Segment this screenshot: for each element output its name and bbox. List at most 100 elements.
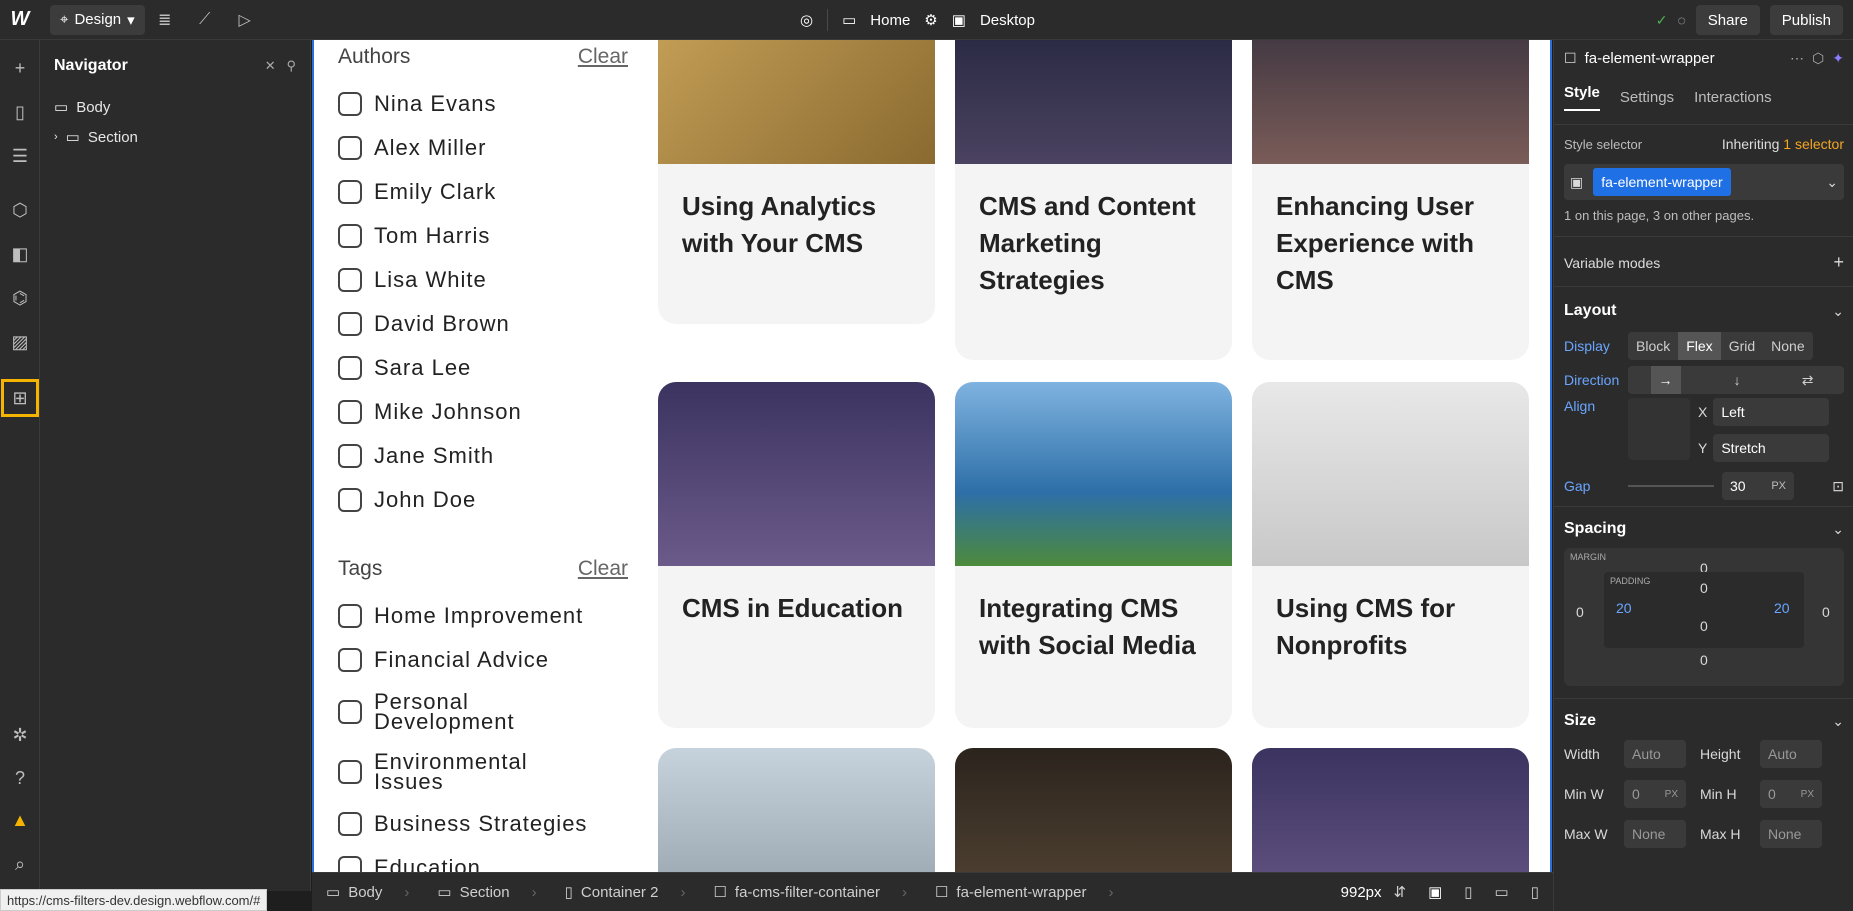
inheriting-count[interactable]: 1 selector (1783, 136, 1844, 152)
selector-chip[interactable]: fa-element-wrapper (1593, 168, 1731, 196)
tab-settings[interactable]: Settings (1620, 89, 1674, 106)
margin-right[interactable]: 0 (1822, 604, 1830, 620)
align-y-select[interactable]: Stretch (1713, 434, 1830, 462)
checkbox[interactable] (338, 856, 362, 872)
mobile-portrait-icon[interactable]: ▯ (1531, 883, 1539, 901)
tablet-icon[interactable]: ▯ (1464, 883, 1472, 901)
blog-card[interactable]: CMS and Content Marketing Strategies (955, 40, 1232, 360)
navigator-icon[interactable]: ☰ (0, 136, 40, 176)
gap-input[interactable]: 30 PX (1722, 472, 1794, 500)
apps-icon[interactable]: ⊞ (0, 378, 40, 418)
align-grid-control[interactable] (1628, 398, 1690, 460)
padding-right[interactable]: 20 (1774, 600, 1790, 616)
tab-style[interactable]: Style (1564, 84, 1600, 111)
add-icon[interactable]: + (1833, 252, 1844, 273)
author-checkbox[interactable]: John Doe (338, 478, 628, 522)
min-height-input[interactable]: 0 PX (1760, 780, 1822, 808)
tag-checkbox[interactable]: Education (338, 846, 628, 872)
checkbox[interactable] (338, 312, 362, 336)
checkbox[interactable] (338, 92, 362, 116)
display-flex[interactable]: Flex (1678, 332, 1721, 360)
viewport-width[interactable]: 992px (1341, 884, 1382, 901)
blog-card[interactable]: Using Analytics with Your CMS (658, 40, 935, 324)
tag-checkbox[interactable]: Business Strategies (338, 802, 628, 846)
variables-icon[interactable]: ⌬ (0, 278, 40, 318)
checkbox[interactable] (338, 356, 362, 380)
authors-clear-link[interactable]: Clear (578, 45, 628, 69)
styles-icon[interactable]: ◧ (0, 234, 40, 274)
checkbox[interactable] (338, 604, 362, 628)
mobile-landscape-icon[interactable]: ▭ (1495, 883, 1509, 901)
breadcrumb-item[interactable]: ☐ fa-element-wrapper (921, 883, 1128, 902)
nav-item-body[interactable]: ▭ Body (40, 92, 310, 122)
tags-clear-link[interactable]: Clear (578, 557, 628, 581)
blog-card[interactable]: CMS in Education (658, 382, 935, 728)
author-checkbox[interactable]: Tom Harris (338, 214, 628, 258)
display-segmented-control[interactable]: Block Flex Grid None (1628, 332, 1813, 360)
blog-card[interactable] (955, 748, 1232, 872)
publish-button[interactable]: Publish (1769, 5, 1843, 35)
display-none[interactable]: None (1763, 338, 1812, 354)
desktop-breakpoint-icon[interactable]: ▣ (1428, 883, 1442, 901)
tab-interactions[interactable]: Interactions (1694, 89, 1772, 106)
blog-card[interactable]: Using CMS for Nonprofits (1252, 382, 1529, 728)
author-checkbox[interactable]: David Brown (338, 302, 628, 346)
tag-checkbox[interactable]: Environmental Issues (338, 742, 628, 802)
preview-icon[interactable]: ▷ (225, 0, 265, 40)
add-icon[interactable]: + (0, 48, 40, 88)
webflow-logo-icon[interactable]: W (0, 0, 40, 40)
max-height-input[interactable]: None (1760, 820, 1822, 848)
wrap-icon[interactable]: ⇄ (1794, 372, 1822, 389)
analytics-icon[interactable]: ⟋ (185, 0, 225, 40)
breadcrumb-item[interactable]: ▭ Body (312, 883, 423, 902)
tag-checkbox[interactable]: Financial Advice (338, 638, 628, 682)
help-icon[interactable]: ? (0, 758, 40, 798)
blog-card[interactable] (658, 748, 935, 872)
blog-card[interactable]: Integrating CMS with Social Media (955, 382, 1232, 728)
design-canvas[interactable]: Authors Clear Nina Evans Alex Miller Emil… (312, 40, 1552, 872)
blog-card[interactable] (1252, 748, 1529, 872)
checkbox[interactable] (338, 180, 362, 204)
margin-left[interactable]: 0 (1576, 604, 1584, 620)
checkbox[interactable] (338, 648, 362, 672)
settings-icon[interactable]: ✲ (0, 715, 40, 755)
arrow-right-icon[interactable]: → (1650, 366, 1681, 394)
checkbox[interactable] (338, 760, 362, 784)
more-icon[interactable]: ⋯ (1790, 50, 1804, 67)
checkbox[interactable] (338, 700, 362, 724)
checkbox[interactable] (338, 444, 362, 468)
warning-icon[interactable]: ▲ (0, 800, 40, 840)
blog-card[interactable]: Enhancing User Experience with CMS (1252, 40, 1529, 360)
globe-icon[interactable]: ◎ (800, 11, 813, 29)
author-checkbox[interactable]: Jane Smith (338, 434, 628, 478)
tag-checkbox[interactable]: Home Improvement (338, 594, 628, 638)
display-grid[interactable]: Grid (1721, 338, 1763, 354)
height-input[interactable]: Auto (1760, 740, 1822, 768)
author-checkbox[interactable]: Alex Miller (338, 126, 628, 170)
padding-box[interactable]: PADDING 0 20 0 20 (1604, 572, 1804, 648)
lock-icon[interactable]: ⊡ (1832, 478, 1844, 495)
padding-bottom[interactable]: 0 (1700, 618, 1708, 634)
author-checkbox[interactable]: Lisa White (338, 258, 628, 302)
selector-field[interactable]: ▣ fa-element-wrapper ⌄ (1564, 164, 1844, 200)
author-checkbox[interactable]: Sara Lee (338, 346, 628, 390)
pages-icon[interactable]: ▯ (0, 92, 40, 132)
align-x-select[interactable]: Left (1713, 398, 1830, 426)
arrow-down-icon[interactable]: ↓ (1726, 372, 1749, 388)
author-checkbox[interactable]: Nina Evans (338, 82, 628, 126)
chevron-down-icon[interactable]: ⌄ (1832, 303, 1844, 320)
tag-checkbox[interactable]: Personal Development (338, 682, 628, 742)
author-checkbox[interactable]: Emily Clark (338, 170, 628, 214)
breadcrumb-item[interactable]: ▯ Container 2 (551, 883, 700, 902)
search-icon[interactable]: ⌕ (0, 844, 40, 884)
page-selector[interactable]: Home (870, 12, 910, 29)
checkbox[interactable] (338, 488, 362, 512)
margin-bottom[interactable]: 0 (1700, 652, 1708, 668)
checkbox[interactable] (338, 812, 362, 836)
min-width-input[interactable]: 0 PX (1624, 780, 1686, 808)
gear-icon[interactable]: ⚙ (924, 11, 937, 29)
display-block[interactable]: Block (1628, 338, 1678, 354)
padding-left[interactable]: 20 (1616, 600, 1632, 616)
breakpoint-label[interactable]: Desktop (980, 12, 1035, 29)
component-icon[interactable]: ⬡ (1812, 50, 1824, 67)
